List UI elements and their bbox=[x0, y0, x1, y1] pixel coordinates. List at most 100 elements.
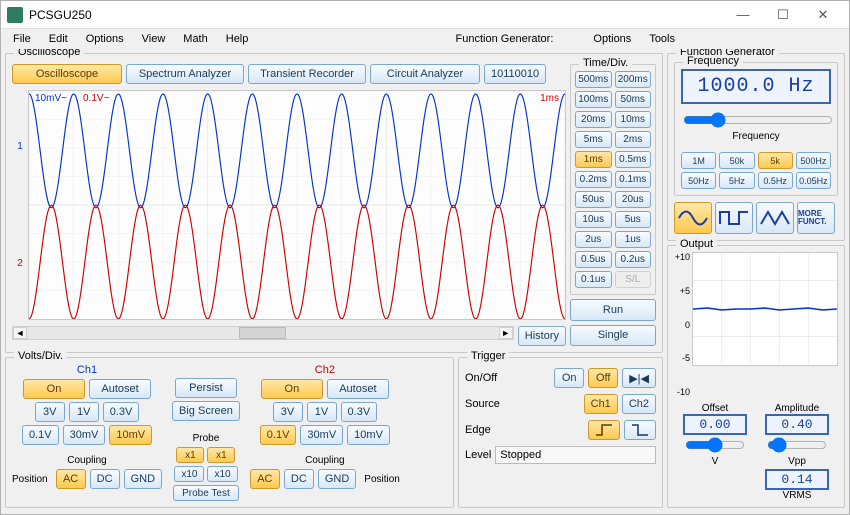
scope-scroll[interactable]: ◄ ► bbox=[12, 326, 514, 340]
timediv-1us[interactable]: 1us bbox=[615, 231, 652, 248]
freq-preset-50k[interactable]: 50k bbox=[719, 152, 754, 169]
trigger-on[interactable]: On bbox=[554, 368, 584, 388]
bigscreen-button[interactable]: Big Screen bbox=[172, 401, 240, 421]
ch1-marker: 1 bbox=[17, 141, 23, 152]
menu-file[interactable]: File bbox=[5, 31, 39, 47]
menu-view[interactable]: View bbox=[134, 31, 174, 47]
timediv-10us[interactable]: 10us bbox=[575, 211, 612, 228]
ch1-gnd[interactable]: GND bbox=[124, 469, 162, 489]
run-button[interactable]: Run bbox=[570, 299, 656, 321]
probe-test-button[interactable]: Probe Test bbox=[173, 485, 239, 501]
vrms-display: 0.14 bbox=[765, 469, 829, 490]
minimize-button[interactable]: — bbox=[723, 2, 763, 28]
circuit-mode-button[interactable]: Circuit Analyzer bbox=[370, 64, 480, 84]
maximize-button[interactable]: ☐ bbox=[763, 2, 803, 28]
freq-preset-5Hz[interactable]: 5Hz bbox=[719, 172, 754, 189]
trigger-off[interactable]: Off bbox=[588, 368, 618, 388]
ch2-30mv[interactable]: 30mV bbox=[300, 425, 343, 445]
ch1-3v[interactable]: 3V bbox=[35, 402, 65, 422]
timediv-50ms[interactable]: 50ms bbox=[615, 91, 652, 108]
timediv-20ms[interactable]: 20ms bbox=[575, 111, 612, 128]
single-button[interactable]: Single bbox=[570, 325, 656, 347]
menu-fg-options[interactable]: Options bbox=[585, 31, 639, 47]
scroll-left-icon[interactable]: ◄ bbox=[13, 327, 27, 339]
timediv-0.5us[interactable]: 0.5us bbox=[575, 251, 612, 268]
ch2-10mv[interactable]: 10mV bbox=[347, 425, 390, 445]
menu-options[interactable]: Options bbox=[78, 31, 132, 47]
timediv-2us[interactable]: 2us bbox=[575, 231, 612, 248]
timediv-500ms[interactable]: 500ms bbox=[575, 71, 612, 88]
timediv-5us[interactable]: 5us bbox=[615, 211, 652, 228]
ch1-30mv[interactable]: 30mV bbox=[63, 425, 106, 445]
timediv-100ms[interactable]: 100ms bbox=[575, 91, 612, 108]
persist-button[interactable]: Persist bbox=[175, 378, 237, 398]
ch1-0.1v[interactable]: 0.1V bbox=[22, 425, 59, 445]
ch1-dc[interactable]: DC bbox=[90, 469, 120, 489]
out-ytick: +5 bbox=[674, 286, 690, 296]
freq-preset-5k[interactable]: 5k bbox=[758, 152, 793, 169]
timediv-0.2us[interactable]: 0.2us bbox=[615, 251, 652, 268]
ch2-gnd[interactable]: GND bbox=[318, 469, 356, 489]
trigger-falling-icon[interactable] bbox=[624, 420, 656, 440]
freq-preset-0.05Hz[interactable]: 0.05Hz bbox=[796, 172, 831, 189]
trigger-src-ch2[interactable]: Ch2 bbox=[622, 394, 656, 414]
ch1-1v[interactable]: 1V bbox=[69, 402, 99, 422]
timediv-2ms[interactable]: 2ms bbox=[615, 131, 652, 148]
ch1-0.3v[interactable]: 0.3V bbox=[103, 402, 140, 422]
offset-slider[interactable] bbox=[685, 437, 745, 453]
oscilloscope-title: Oscilloscope bbox=[14, 49, 84, 58]
ch2-dc[interactable]: DC bbox=[284, 469, 314, 489]
ch2-autoset-button[interactable]: Autoset bbox=[327, 379, 389, 399]
fg-freq-slider[interactable] bbox=[683, 112, 833, 128]
oscilloscope-mode-button[interactable]: Oscilloscope bbox=[12, 64, 122, 84]
amp-slider[interactable] bbox=[767, 437, 827, 453]
close-button[interactable]: ✕ bbox=[803, 2, 843, 28]
ch2-on-button[interactable]: On bbox=[261, 379, 323, 399]
timediv-0.2ms[interactable]: 0.2ms bbox=[575, 171, 612, 188]
timediv-0.5ms[interactable]: 0.5ms bbox=[615, 151, 652, 168]
scroll-right-icon[interactable]: ► bbox=[499, 327, 513, 339]
timediv-0.1us[interactable]: 0.1us bbox=[575, 271, 612, 288]
timediv-10ms[interactable]: 10ms bbox=[615, 111, 652, 128]
menu-fg-tools[interactable]: Tools bbox=[641, 31, 683, 47]
ch1-10mv[interactable]: 10mV bbox=[109, 425, 152, 445]
ch2-1v[interactable]: 1V bbox=[307, 402, 337, 422]
ch1-ac[interactable]: AC bbox=[56, 469, 86, 489]
freq-preset-500Hz[interactable]: 500Hz bbox=[796, 152, 831, 169]
timediv-1ms[interactable]: 1ms bbox=[575, 151, 612, 168]
ch2-0.1v[interactable]: 0.1V bbox=[260, 425, 297, 445]
ch1-probe-x10[interactable]: x10 bbox=[174, 466, 204, 482]
freq-preset-0.5Hz[interactable]: 0.5Hz bbox=[758, 172, 793, 189]
scope-display[interactable]: 10mV~ 0.1V~ 1ms bbox=[28, 90, 566, 320]
spectrum-mode-button[interactable]: Spectrum Analyzer bbox=[126, 64, 244, 84]
wave-square-icon[interactable] bbox=[715, 202, 753, 234]
freq-preset-1M[interactable]: 1M bbox=[681, 152, 716, 169]
timediv-20us[interactable]: 20us bbox=[615, 191, 652, 208]
ch2-3v[interactable]: 3V bbox=[273, 402, 303, 422]
wave-sine-icon[interactable] bbox=[674, 202, 712, 234]
ch2-coupling-label: Coupling bbox=[305, 455, 344, 466]
freq-preset-50Hz[interactable]: 50Hz bbox=[681, 172, 716, 189]
ch2-ac[interactable]: AC bbox=[250, 469, 280, 489]
wave-triangle-icon[interactable] bbox=[756, 202, 794, 234]
ch1-on-button[interactable]: On bbox=[23, 379, 85, 399]
more-funct-button[interactable]: MORE FUNCT. bbox=[797, 202, 835, 234]
binary-button[interactable]: 10110010 bbox=[484, 64, 546, 84]
menu-edit[interactable]: Edit bbox=[41, 31, 76, 47]
ch2-0.3v[interactable]: 0.3V bbox=[341, 402, 378, 422]
ch2-probe-x1[interactable]: x1 bbox=[207, 447, 235, 463]
trigger-src-ch1[interactable]: Ch1 bbox=[584, 394, 618, 414]
timediv-200ms[interactable]: 200ms bbox=[615, 71, 652, 88]
timediv-0.1ms[interactable]: 0.1ms bbox=[615, 171, 652, 188]
trigger-arrows-icon[interactable]: ▶|◀ bbox=[622, 368, 656, 388]
timediv-5ms[interactable]: 5ms bbox=[575, 131, 612, 148]
history-button[interactable]: History bbox=[518, 326, 566, 346]
menu-math[interactable]: Math bbox=[175, 31, 215, 47]
ch1-autoset-button[interactable]: Autoset bbox=[89, 379, 151, 399]
transient-mode-button[interactable]: Transient Recorder bbox=[248, 64, 366, 84]
trigger-rising-icon[interactable] bbox=[588, 420, 620, 440]
menu-help[interactable]: Help bbox=[218, 31, 257, 47]
ch1-probe-x1[interactable]: x1 bbox=[176, 447, 204, 463]
timediv-50us[interactable]: 50us bbox=[575, 191, 612, 208]
ch2-probe-x10[interactable]: x10 bbox=[207, 466, 237, 482]
